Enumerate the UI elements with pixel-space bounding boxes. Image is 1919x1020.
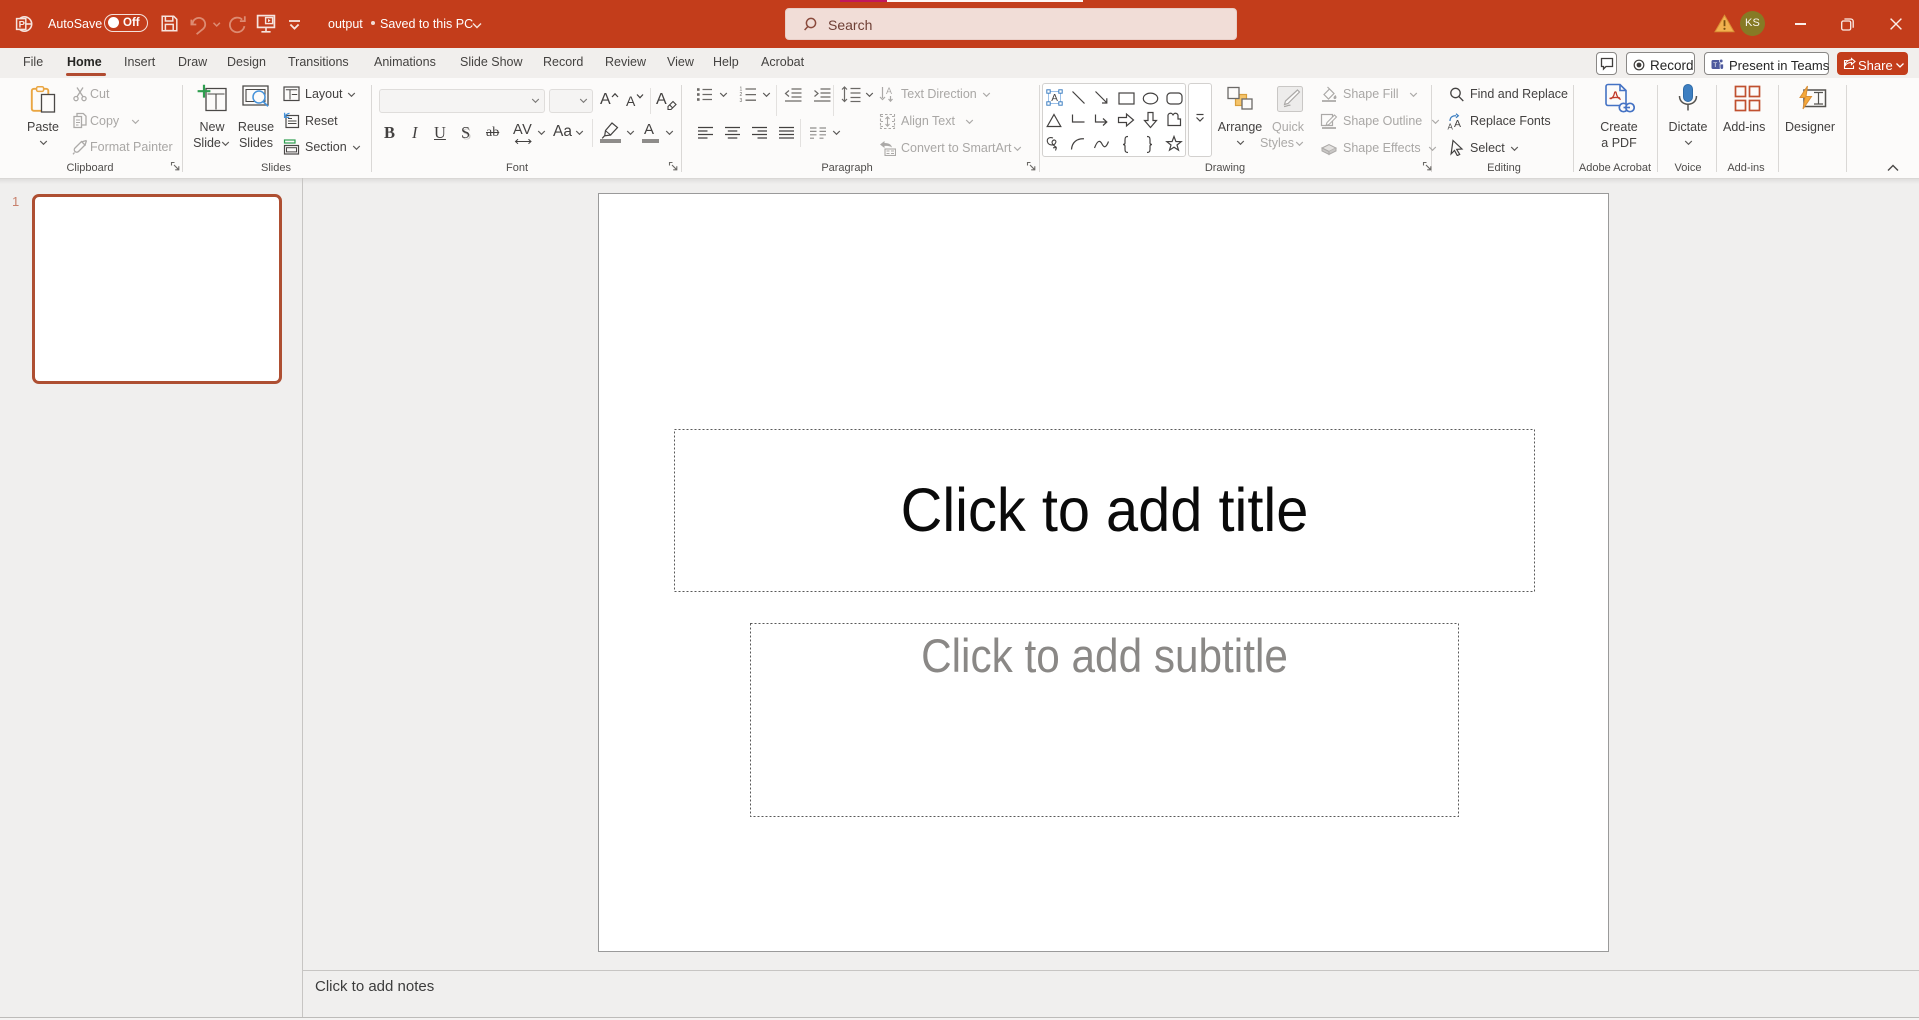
svg-text:A: A (886, 86, 892, 96)
svg-text:3: 3 (740, 98, 743, 103)
svg-text:A: A (1448, 123, 1454, 131)
svg-text:A: A (1051, 93, 1058, 104)
svg-text:P: P (19, 19, 26, 30)
svg-text:A: A (1454, 118, 1461, 130)
svg-text:T: T (1713, 62, 1717, 69)
